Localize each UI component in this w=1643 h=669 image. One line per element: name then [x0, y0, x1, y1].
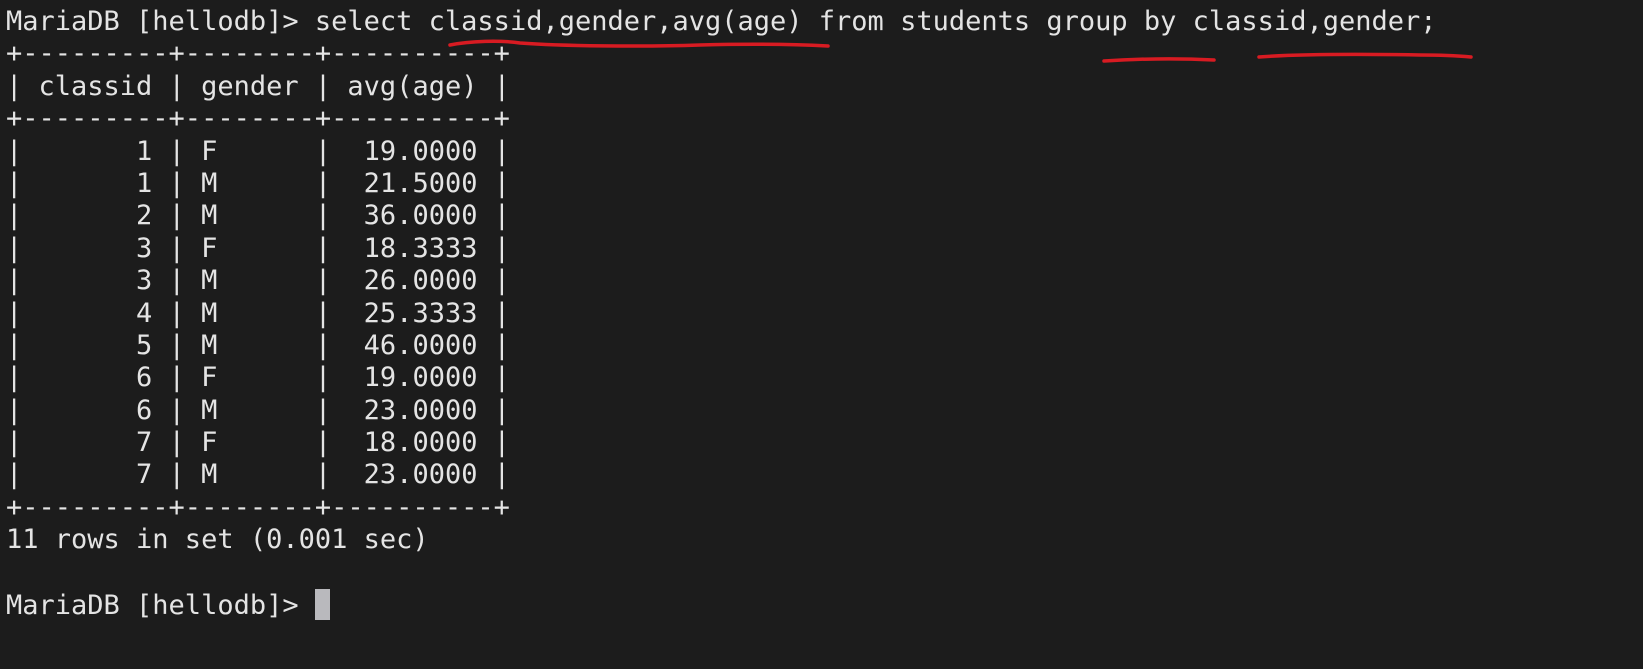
- cell-avg-age: 19.0000: [363, 362, 478, 394]
- table-row: | 7 | M | 23.0000 |: [6, 459, 510, 491]
- table-border-mid: +---------+--------+----------+: [6, 103, 510, 135]
- cell-gender: M: [201, 394, 218, 426]
- table-row: | 7 | F | 18.0000 |: [6, 427, 510, 459]
- column-header: classid: [38, 70, 153, 102]
- result-summary: 11 rows in set (0.001 sec): [6, 524, 429, 556]
- cell-classid: 7: [136, 459, 153, 491]
- cell-classid: 6: [136, 362, 153, 394]
- cell-gender: F: [201, 135, 218, 167]
- table-border-top: +---------+--------+----------+: [6, 38, 510, 70]
- table-row: | 3 | M | 26.0000 |: [6, 265, 510, 297]
- cell-classid: 1: [136, 135, 153, 167]
- table-row: | 1 | F | 19.0000 |: [6, 135, 510, 167]
- cursor: [314, 589, 330, 621]
- cell-classid: 3: [136, 232, 153, 264]
- cell-gender: F: [201, 232, 218, 264]
- cell-avg-age: 23.0000: [363, 394, 478, 426]
- cell-classid: 5: [136, 329, 153, 361]
- table-border-bottom: +---------+--------+----------+: [6, 491, 510, 523]
- cell-gender: M: [201, 200, 218, 232]
- table-row: | 3 | F | 18.3333 |: [6, 232, 510, 264]
- cell-classid: 7: [136, 427, 153, 459]
- cell-classid: 6: [136, 394, 153, 426]
- table-row: | 6 | M | 23.0000 |: [6, 394, 510, 426]
- cell-avg-age: 36.0000: [363, 200, 478, 232]
- query-line: MariaDB [hellodb]> select classid,gender…: [6, 6, 1643, 38]
- table-body: | 1 | F | 19.0000 | | 1 | M | 21.5000 | | …: [6, 136, 1643, 492]
- cell-gender: M: [201, 459, 218, 491]
- cell-classid: 1: [136, 167, 153, 199]
- cell-avg-age: 46.0000: [363, 329, 478, 361]
- cell-avg-age: 18.0000: [363, 427, 478, 459]
- cell-classid: 3: [136, 265, 153, 297]
- cell-gender: F: [201, 362, 218, 394]
- table-header-row: | classid | gender | avg(age) |: [6, 70, 510, 102]
- cell-avg-age: 18.3333: [363, 232, 478, 264]
- cell-avg-age: 25.3333: [363, 297, 478, 329]
- terminal-window[interactable]: MariaDB [hellodb]> select classid,gender…: [0, 0, 1643, 669]
- cell-gender: M: [201, 167, 218, 199]
- cell-gender: M: [201, 265, 218, 297]
- cell-gender: F: [201, 427, 218, 459]
- column-header: avg(age): [347, 70, 478, 102]
- prompt: MariaDB [hellodb]>: [6, 6, 299, 37]
- column-header: gender: [201, 70, 299, 102]
- cell-avg-age: 19.0000: [363, 135, 478, 167]
- table-row: | 4 | M | 25.3333 |: [6, 297, 510, 329]
- cell-classid: 4: [136, 297, 153, 329]
- cell-classid: 2: [136, 200, 153, 232]
- cell-avg-age: 26.0000: [363, 265, 478, 297]
- cell-gender: M: [201, 329, 218, 361]
- table-row: | 2 | M | 36.0000 |: [6, 200, 510, 232]
- table-row: | 1 | M | 21.5000 |: [6, 167, 510, 199]
- table-row: | 5 | M | 46.0000 |: [6, 329, 510, 361]
- table-row: | 6 | F | 19.0000 |: [6, 362, 510, 394]
- cell-avg-age: 21.5000: [363, 167, 478, 199]
- sql-query: select classid,gender,avg(age) from stud…: [314, 6, 1437, 37]
- cell-gender: M: [201, 297, 218, 329]
- prompt: MariaDB [hellodb]>: [6, 590, 299, 622]
- prompt-line[interactable]: MariaDB [hellodb]>: [6, 589, 1643, 621]
- cell-avg-age: 23.0000: [363, 459, 478, 491]
